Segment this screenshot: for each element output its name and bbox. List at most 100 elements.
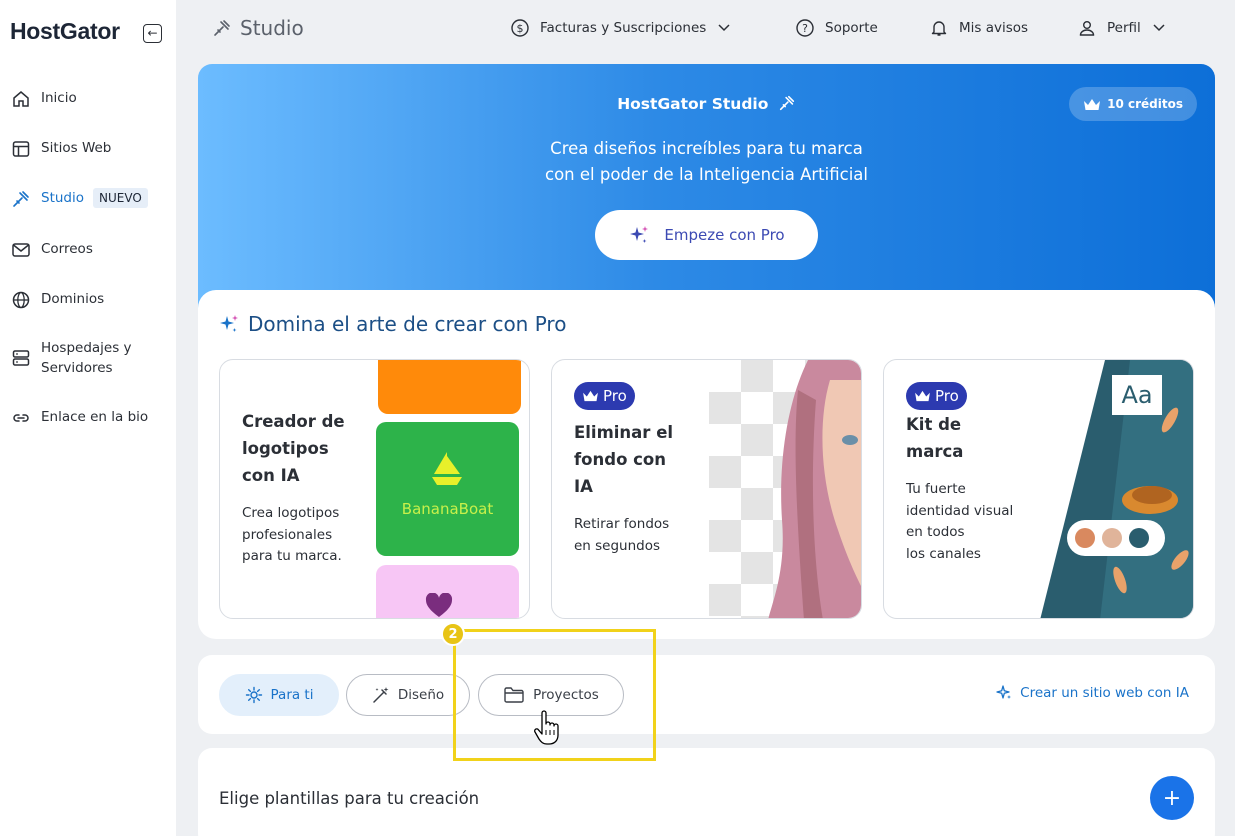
- card-desc-line: para tu marca.: [242, 548, 342, 564]
- mail-icon: [10, 239, 32, 261]
- typography-sample: Aa: [1121, 381, 1153, 409]
- card-desc-line: Crea logotipos: [242, 505, 340, 521]
- card-desc-line: identidad visual: [906, 502, 1014, 519]
- profile-label: Perfil: [1107, 20, 1141, 36]
- heart-icon: [425, 593, 453, 617]
- pro-section-title-text: Domina el arte de crear con Pro: [248, 312, 567, 336]
- studio-icon: [214, 20, 230, 36]
- magic-wand-icon: [373, 687, 389, 703]
- card-desc-line: en todos: [906, 524, 965, 540]
- portrait-image: [768, 360, 861, 618]
- sidebar-item-studio[interactable]: Studio NUEVO: [10, 188, 148, 210]
- sidebar-item-enlace-bio[interactable]: Enlace en la bio: [10, 407, 148, 429]
- pro-badge-label: Pro: [603, 387, 627, 405]
- hero-title: HostGator Studio: [198, 94, 1215, 113]
- sidebar-item-label: Enlace en la bio: [41, 409, 149, 425]
- add-button[interactable]: +: [1150, 776, 1194, 820]
- svg-text:$: $: [517, 22, 524, 35]
- card-title-line: marca: [906, 442, 964, 461]
- content-tabs-panel: Para ti Diseño Proyectos Crear un sitio …: [198, 655, 1215, 734]
- chevron-down-icon: [1153, 24, 1165, 32]
- card-description: Crea logotipos profesionales para tu mar…: [242, 503, 342, 568]
- new-badge: NUEVO: [93, 188, 148, 208]
- credits-badge[interactable]: 10 créditos: [1069, 87, 1197, 121]
- logo-creator-card[interactable]: Creador de logotipos con IA Crea logotip…: [219, 359, 530, 619]
- tab-label: Diseño: [397, 687, 445, 703]
- collapse-sidebar-icon[interactable]: ←: [143, 24, 162, 43]
- remove-background-card[interactable]: Pro Eliminar el fondo con IA Retirar fon…: [551, 359, 862, 619]
- orange-logo-sample: [378, 360, 521, 414]
- sidebar-item-label: Dominios: [41, 291, 105, 307]
- link-icon: [10, 407, 32, 429]
- create-ai-website-link[interactable]: Crear un sitio web con IA: [995, 684, 1189, 702]
- layout-icon: [10, 138, 32, 160]
- card-title-line: con IA: [242, 466, 300, 485]
- sailboat-icon: [432, 452, 462, 485]
- crown-icon: [1084, 98, 1101, 110]
- card-title-line: logotipos: [242, 439, 329, 458]
- sidebar-item-sitios-web[interactable]: Sitios Web: [10, 138, 111, 160]
- tutorial-step-badge: 2: [441, 622, 465, 646]
- sparkles-icon: [996, 685, 1012, 699]
- sidebar: HostGator ← Inicio Sitios Web Studio NUE…: [0, 0, 176, 836]
- bananaboat-text: BananaBoat: [401, 500, 494, 518]
- billing-label: Facturas y Suscripciones: [540, 20, 707, 36]
- brand-kit-card[interactable]: Pro Kit de marca Tu fuerte identidad vis…: [883, 359, 1194, 619]
- card-title-line: fondo con: [574, 450, 667, 469]
- billing-menu[interactable]: $ Facturas y Suscripciones: [510, 18, 740, 38]
- pro-tools-panel: Domina el arte de crear con Pro Creador …: [198, 290, 1215, 639]
- tab-diseno[interactable]: Diseño: [346, 674, 470, 716]
- tab-label: Para ti: [270, 687, 314, 703]
- sidebar-item-hospedajes[interactable]: Hospedajes y Servidores: [10, 338, 132, 378]
- bananaboat-logo-sample: BananaBoat: [376, 422, 519, 556]
- notifications-label: Mis avisos: [959, 20, 1029, 36]
- support-link[interactable]: ? Soporte: [795, 18, 878, 38]
- templates-section: Elige plantillas para tu creación +: [198, 748, 1215, 836]
- bell-icon: [931, 21, 947, 36]
- pro-badge-label: Pro: [935, 387, 959, 405]
- sidebar-item-dominios[interactable]: Dominios: [10, 289, 104, 311]
- card-desc-line: Tu fuerte: [906, 481, 966, 497]
- start-pro-button[interactable]: Empeze con Pro: [595, 210, 818, 260]
- card-title: Creador de logotipos con IA: [242, 408, 345, 489]
- card-title: Kit de marca: [906, 411, 963, 465]
- home-icon: [10, 88, 32, 110]
- credits-label: 10 créditos: [1107, 97, 1183, 111]
- studio-icon: [779, 95, 794, 111]
- card-desc-line: en segundos: [574, 537, 661, 554]
- profile-menu[interactable]: Perfil: [1077, 18, 1175, 38]
- sparkle-sun-icon: [245, 686, 262, 704]
- pro-section-title: Domina el arte de crear con Pro: [218, 312, 566, 336]
- crown-icon: [583, 390, 598, 402]
- notifications-link[interactable]: Mis avisos: [929, 18, 1028, 38]
- dollar-icon: $: [511, 19, 529, 37]
- tab-para-ti[interactable]: Para ti: [219, 674, 339, 716]
- sidebar-item-label: Hospedajes y Servidores: [41, 338, 132, 378]
- crown-icon: [915, 390, 930, 402]
- card-title-line: Kit de: [906, 415, 962, 434]
- card-title-line: Eliminar el: [574, 423, 674, 442]
- pro-badge: Pro: [574, 382, 635, 410]
- sidebar-item-label-line1: Hospedajes y: [41, 340, 132, 356]
- hostgator-logo[interactable]: HostGator: [10, 18, 120, 45]
- page-title-text: Studio: [240, 16, 304, 40]
- sparkles-icon: [630, 226, 649, 243]
- sidebar-item-inicio[interactable]: Inicio: [10, 88, 77, 110]
- hero-subtitle-line1: Crea diseños increíbles para tu marca: [550, 139, 863, 158]
- card-description: Tu fuerte identidad visual en todos los …: [906, 479, 1013, 565]
- hero-subtitle-line2: con el poder de la Inteligencia Artifici…: [545, 165, 868, 184]
- chevron-down-icon: [718, 24, 730, 32]
- card-title-line: IA: [574, 477, 593, 496]
- hand-cursor-icon: [534, 710, 559, 745]
- studio-icon: [10, 188, 32, 210]
- sidebar-item-correos[interactable]: Correos: [10, 239, 93, 261]
- sidebar-item-label: Sitios Web: [41, 140, 112, 156]
- sparkles-icon: [220, 315, 238, 332]
- card-description: Retirar fondos en segundos: [574, 514, 669, 557]
- globe-icon: [10, 289, 32, 311]
- create-ai-website-label: Crear un sitio web con IA: [1020, 685, 1189, 701]
- server-icon: [10, 347, 32, 369]
- hero-subtitle: Crea diseños increíbles para tu marca co…: [198, 136, 1215, 188]
- card-desc-line: profesionales: [242, 526, 333, 543]
- sidebar-item-label: Correos: [41, 241, 93, 257]
